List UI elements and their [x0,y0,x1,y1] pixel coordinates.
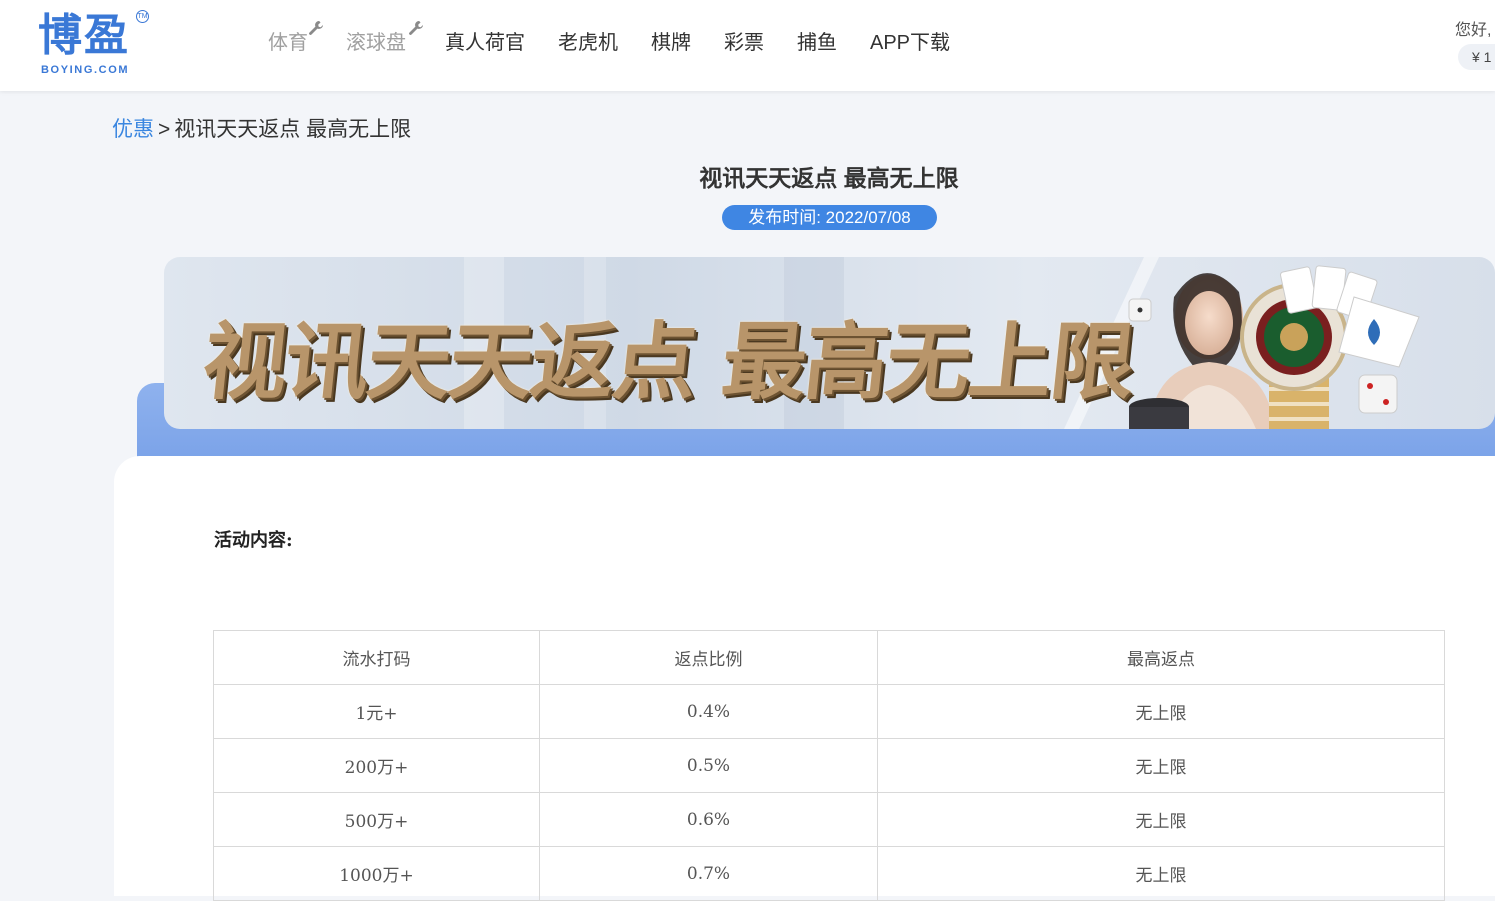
table-header-cell: 最高返点 [877,630,1445,685]
top-header: 博盈 TM BOYING.COM 体育 滚球盘 真人荷官 老虎机 棋牌 彩票 捕… [0,0,1495,91]
page-title: 视讯天天返点 最高无上限 [699,165,959,191]
logo-chinese-name: 博盈 [38,10,130,61]
table-row: 200万+ 0.5% 无上限 [213,738,1445,793]
wrench-icon [309,21,323,35]
table-cell: 0.7% [539,846,878,901]
table-cell: 200万+ [213,738,540,793]
nav-item-slots[interactable]: 老虎机 [558,28,618,58]
table-header-row: 流水打码 返点比例 最高返点 [213,630,1445,685]
table-cell: 0.4% [539,684,878,739]
trademark-icon: TM [136,10,149,23]
nav-item-cards[interactable]: 棋牌 [651,28,691,58]
table-cell: 无上限 [877,738,1445,793]
content-card: 活动内容: 流水打码 返点比例 最高返点 1元+ 0.4% 无上限 200万+ … [114,456,1495,901]
table-cell: 0.5% [539,738,878,793]
table-header-cell: 流水打码 [213,630,540,685]
table-cell: 无上限 [877,684,1445,739]
table-cell: 1元+ [213,684,540,739]
breadcrumb: 优惠 > 视讯天天返点 最高无上限 [112,116,411,144]
logo-english-name: BOYING.COM [41,64,130,76]
table-row: 1元+ 0.4% 无上限 [213,684,1445,739]
nav-item-lottery[interactable]: 彩票 [724,28,764,58]
table-row: 500万+ 0.6% 无上限 [213,792,1445,847]
wrench-icon [409,21,423,35]
nav-item-fishing[interactable]: 捕鱼 [797,28,837,58]
table-cell: 0.6% [539,792,878,847]
nav-label: 滚球盘 [346,32,406,54]
breadcrumb-current: 视讯天天返点 最高无上限 [174,118,412,141]
banner-headline: 视讯天天返点 最高无上限 [198,313,1138,411]
nav-item-app-download[interactable]: APP下载 [870,28,950,58]
nav-item-live-dealer[interactable]: 真人荷官 [445,28,525,58]
user-greeting: 您好, [1455,22,1492,39]
table-cell: 无上限 [877,846,1445,901]
brand-logo[interactable]: 博盈 TM BOYING.COM [38,10,153,80]
nav-item-inplay[interactable]: 滚球盘 [346,21,423,58]
breadcrumb-link-promotions[interactable]: 优惠 [112,118,154,141]
table-cell: 500万+ [213,792,540,847]
table-cell: 1000万+ [213,846,540,901]
table-header-cell: 返点比例 [539,630,878,685]
breadcrumb-separator: > [158,118,171,141]
table-row: 1000万+ 0.7% 无上限 [213,846,1445,901]
section-label: 活动内容: [214,530,293,551]
table-cell: 无上限 [877,792,1445,847]
nav-label: 体育 [268,32,308,54]
publish-date-badge: 发布时间: 2022/07/08 [722,205,937,230]
promo-banner: 视讯天天返点 最高无上限 [164,257,1495,429]
nav-item-sports[interactable]: 体育 [268,21,323,58]
balance-display[interactable]: ¥ 1 [1458,44,1495,70]
rebate-table: 流水打码 返点比例 最高返点 1元+ 0.4% 无上限 200万+ 0.5% 无… [213,630,1445,901]
